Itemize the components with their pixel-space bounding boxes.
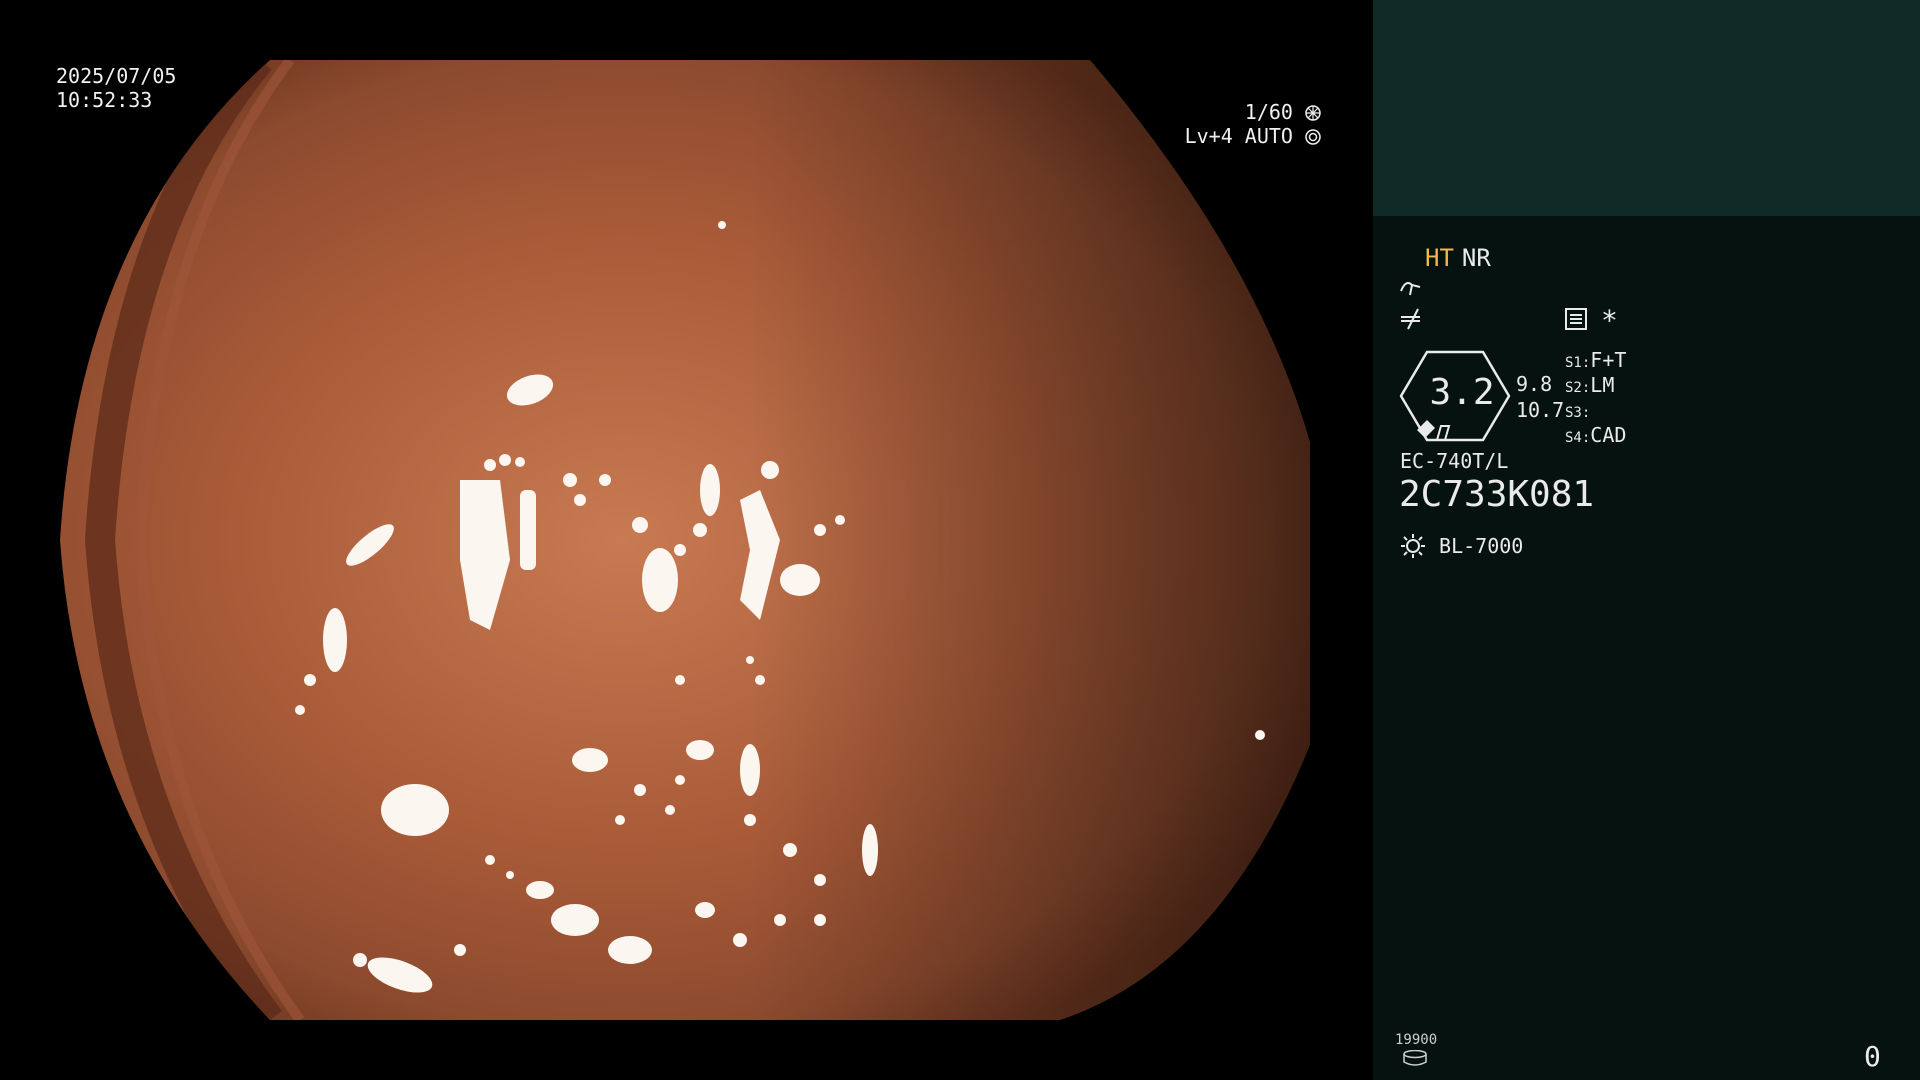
date-time-display: 2025/07/05 10:52:33 [56, 64, 176, 112]
aperture-icon [1305, 105, 1321, 121]
frame-counter: 0 [1864, 1040, 1881, 1073]
settings-list-icon [1565, 308, 1587, 330]
exposure-info: 1/60 Lv+4 AUTO [1185, 100, 1321, 148]
zoom-sub-value-2: 10.7 [1516, 398, 1565, 422]
switch-s4: S4:CAD [1565, 423, 1626, 447]
date-text: 2025/07/05 [56, 64, 177, 88]
zoom-sub-value-1: 9.8 [1516, 372, 1553, 396]
time-text: 10:52:33 [56, 88, 153, 112]
light-source-icon [1401, 534, 1425, 558]
image-mode: HT NR [1425, 244, 1491, 272]
switch-value: F+T [1590, 348, 1627, 372]
nr-mode-label: NR [1461, 244, 1491, 272]
zoom-value: 3.2 [1429, 372, 1495, 413]
switch-s2: S2:LM [1565, 373, 1614, 397]
switch-key: S4: [1565, 430, 1591, 446]
light-source: BL-7000 [1399, 532, 1523, 560]
color-tone-icon [1401, 308, 1420, 330]
switch-s1: S1:F+T [1565, 348, 1626, 372]
scope-serial: 2C733K081 [1399, 474, 1595, 515]
record-count: 19900 [1395, 1032, 1438, 1048]
ht-mode-label: HT [1425, 244, 1454, 272]
switch-key: S1: [1565, 355, 1591, 371]
panel-header-area [1373, 0, 1920, 216]
switch-key: S3: [1565, 405, 1591, 421]
light-source-label: BL-7000 [1439, 534, 1524, 558]
auto-iris-icon [1305, 129, 1321, 145]
enhancement-curve-icon [1400, 282, 1421, 296]
endoscope-viewport: 2025/07/05 10:52:33 1/60 Lv+4 AUTO [0, 0, 1373, 1080]
shutter-text: 1/60 [1244, 100, 1293, 124]
star-indicator: * [1601, 304, 1618, 337]
iris-mode-text: Lv+4 AUTO [1184, 124, 1293, 148]
scope-model: EC-740T/L [1400, 449, 1509, 473]
endoscopic-image [60, 60, 1310, 1020]
storage-disk-icon [1403, 1050, 1427, 1066]
switch-value: CAD [1590, 423, 1627, 447]
switch-key: S2: [1565, 380, 1591, 396]
switch-s3: S3: [1565, 398, 1590, 422]
switch-value: LM [1590, 373, 1615, 397]
info-panel: HT NR * 3.2 9.8 10.7 S1:F+T S2:LM S3: S4:… [1373, 0, 1920, 1080]
